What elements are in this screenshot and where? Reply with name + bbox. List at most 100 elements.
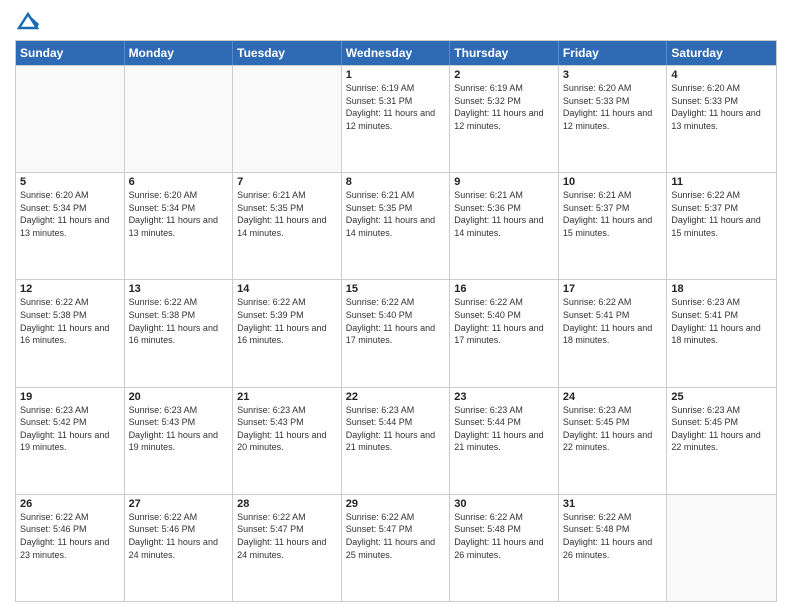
day-info: Sunrise: 6:23 AM Sunset: 5:41 PM Dayligh… [671,296,772,346]
day-number: 13 [129,283,229,295]
day-number: 30 [454,498,554,510]
day-info: Sunrise: 6:20 AM Sunset: 5:34 PM Dayligh… [129,189,229,239]
day-cell-27: 27Sunrise: 6:22 AM Sunset: 5:46 PM Dayli… [125,495,234,601]
page: SundayMondayTuesdayWednesdayThursdayFrid… [0,0,792,612]
empty-cell [233,66,342,172]
day-number: 20 [129,391,229,403]
day-cell-9: 9Sunrise: 6:21 AM Sunset: 5:36 PM Daylig… [450,173,559,279]
calendar-week-4: 19Sunrise: 6:23 AM Sunset: 5:42 PM Dayli… [16,387,776,494]
day-cell-24: 24Sunrise: 6:23 AM Sunset: 5:45 PM Dayli… [559,388,668,494]
day-info: Sunrise: 6:22 AM Sunset: 5:38 PM Dayligh… [129,296,229,346]
day-info: Sunrise: 6:21 AM Sunset: 5:36 PM Dayligh… [454,189,554,239]
logo [15,10,39,32]
day-info: Sunrise: 6:23 AM Sunset: 5:45 PM Dayligh… [671,404,772,454]
day-info: Sunrise: 6:22 AM Sunset: 5:46 PM Dayligh… [20,511,120,561]
day-info: Sunrise: 6:22 AM Sunset: 5:48 PM Dayligh… [454,511,554,561]
day-cell-31: 31Sunrise: 6:22 AM Sunset: 5:48 PM Dayli… [559,495,668,601]
day-info: Sunrise: 6:23 AM Sunset: 5:42 PM Dayligh… [20,404,120,454]
day-info: Sunrise: 6:20 AM Sunset: 5:33 PM Dayligh… [563,82,663,132]
day-info: Sunrise: 6:21 AM Sunset: 5:35 PM Dayligh… [237,189,337,239]
day-cell-29: 29Sunrise: 6:22 AM Sunset: 5:47 PM Dayli… [342,495,451,601]
header [15,10,777,32]
day-info: Sunrise: 6:23 AM Sunset: 5:43 PM Dayligh… [237,404,337,454]
day-cell-26: 26Sunrise: 6:22 AM Sunset: 5:46 PM Dayli… [16,495,125,601]
day-info: Sunrise: 6:23 AM Sunset: 5:44 PM Dayligh… [346,404,446,454]
calendar-body: 1Sunrise: 6:19 AM Sunset: 5:31 PM Daylig… [16,65,776,601]
day-number: 6 [129,176,229,188]
day-number: 10 [563,176,663,188]
day-cell-21: 21Sunrise: 6:23 AM Sunset: 5:43 PM Dayli… [233,388,342,494]
day-cell-14: 14Sunrise: 6:22 AM Sunset: 5:39 PM Dayli… [233,280,342,386]
day-number: 14 [237,283,337,295]
day-cell-28: 28Sunrise: 6:22 AM Sunset: 5:47 PM Dayli… [233,495,342,601]
day-cell-23: 23Sunrise: 6:23 AM Sunset: 5:44 PM Dayli… [450,388,559,494]
day-info: Sunrise: 6:23 AM Sunset: 5:45 PM Dayligh… [563,404,663,454]
day-cell-5: 5Sunrise: 6:20 AM Sunset: 5:34 PM Daylig… [16,173,125,279]
day-cell-20: 20Sunrise: 6:23 AM Sunset: 5:43 PM Dayli… [125,388,234,494]
day-cell-1: 1Sunrise: 6:19 AM Sunset: 5:31 PM Daylig… [342,66,451,172]
day-info: Sunrise: 6:22 AM Sunset: 5:40 PM Dayligh… [346,296,446,346]
day-cell-13: 13Sunrise: 6:22 AM Sunset: 5:38 PM Dayli… [125,280,234,386]
day-cell-16: 16Sunrise: 6:22 AM Sunset: 5:40 PM Dayli… [450,280,559,386]
day-info: Sunrise: 6:22 AM Sunset: 5:38 PM Dayligh… [20,296,120,346]
calendar-week-3: 12Sunrise: 6:22 AM Sunset: 5:38 PM Dayli… [16,279,776,386]
day-number: 17 [563,283,663,295]
day-number: 25 [671,391,772,403]
day-cell-3: 3Sunrise: 6:20 AM Sunset: 5:33 PM Daylig… [559,66,668,172]
day-number: 11 [671,176,772,188]
day-number: 29 [346,498,446,510]
day-cell-4: 4Sunrise: 6:20 AM Sunset: 5:33 PM Daylig… [667,66,776,172]
day-number: 15 [346,283,446,295]
day-number: 7 [237,176,337,188]
day-cell-10: 10Sunrise: 6:21 AM Sunset: 5:37 PM Dayli… [559,173,668,279]
day-cell-15: 15Sunrise: 6:22 AM Sunset: 5:40 PM Dayli… [342,280,451,386]
header-cell-sunday: Sunday [16,41,125,65]
day-number: 8 [346,176,446,188]
day-cell-11: 11Sunrise: 6:22 AM Sunset: 5:37 PM Dayli… [667,173,776,279]
calendar-week-2: 5Sunrise: 6:20 AM Sunset: 5:34 PM Daylig… [16,172,776,279]
day-cell-30: 30Sunrise: 6:22 AM Sunset: 5:48 PM Dayli… [450,495,559,601]
day-info: Sunrise: 6:23 AM Sunset: 5:44 PM Dayligh… [454,404,554,454]
day-info: Sunrise: 6:21 AM Sunset: 5:35 PM Dayligh… [346,189,446,239]
day-cell-22: 22Sunrise: 6:23 AM Sunset: 5:44 PM Dayli… [342,388,451,494]
day-number: 31 [563,498,663,510]
calendar: SundayMondayTuesdayWednesdayThursdayFrid… [15,40,777,602]
header-cell-saturday: Saturday [667,41,776,65]
day-cell-19: 19Sunrise: 6:23 AM Sunset: 5:42 PM Dayli… [16,388,125,494]
header-cell-tuesday: Tuesday [233,41,342,65]
day-info: Sunrise: 6:22 AM Sunset: 5:48 PM Dayligh… [563,511,663,561]
day-info: Sunrise: 6:22 AM Sunset: 5:37 PM Dayligh… [671,189,772,239]
day-number: 26 [20,498,120,510]
day-number: 4 [671,69,772,81]
day-number: 2 [454,69,554,81]
day-number: 27 [129,498,229,510]
empty-cell [16,66,125,172]
day-number: 19 [20,391,120,403]
day-number: 3 [563,69,663,81]
header-cell-wednesday: Wednesday [342,41,451,65]
day-cell-6: 6Sunrise: 6:20 AM Sunset: 5:34 PM Daylig… [125,173,234,279]
day-number: 16 [454,283,554,295]
day-cell-2: 2Sunrise: 6:19 AM Sunset: 5:32 PM Daylig… [450,66,559,172]
header-cell-thursday: Thursday [450,41,559,65]
day-cell-17: 17Sunrise: 6:22 AM Sunset: 5:41 PM Dayli… [559,280,668,386]
day-info: Sunrise: 6:19 AM Sunset: 5:32 PM Dayligh… [454,82,554,132]
day-info: Sunrise: 6:22 AM Sunset: 5:47 PM Dayligh… [237,511,337,561]
day-cell-7: 7Sunrise: 6:21 AM Sunset: 5:35 PM Daylig… [233,173,342,279]
day-cell-25: 25Sunrise: 6:23 AM Sunset: 5:45 PM Dayli… [667,388,776,494]
day-info: Sunrise: 6:23 AM Sunset: 5:43 PM Dayligh… [129,404,229,454]
header-cell-friday: Friday [559,41,668,65]
day-number: 9 [454,176,554,188]
day-info: Sunrise: 6:21 AM Sunset: 5:37 PM Dayligh… [563,189,663,239]
day-info: Sunrise: 6:22 AM Sunset: 5:46 PM Dayligh… [129,511,229,561]
day-info: Sunrise: 6:20 AM Sunset: 5:34 PM Dayligh… [20,189,120,239]
day-info: Sunrise: 6:19 AM Sunset: 5:31 PM Dayligh… [346,82,446,132]
day-number: 24 [563,391,663,403]
day-number: 21 [237,391,337,403]
day-number: 5 [20,176,120,188]
day-number: 12 [20,283,120,295]
day-info: Sunrise: 6:22 AM Sunset: 5:39 PM Dayligh… [237,296,337,346]
empty-cell [125,66,234,172]
day-cell-8: 8Sunrise: 6:21 AM Sunset: 5:35 PM Daylig… [342,173,451,279]
day-cell-18: 18Sunrise: 6:23 AM Sunset: 5:41 PM Dayli… [667,280,776,386]
